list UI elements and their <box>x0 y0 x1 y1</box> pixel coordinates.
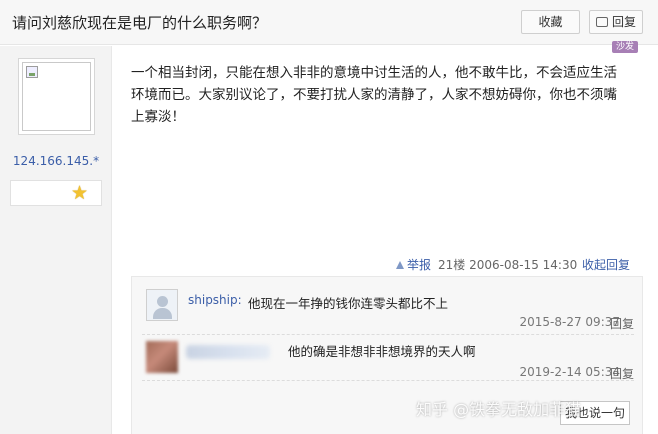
comment-text: 他的确是非想非非想境界的天人啊 <box>288 344 476 359</box>
star-icon: ★ <box>71 182 89 204</box>
comment-time: 2019-2-14 05:34 <box>519 365 621 379</box>
comment-text: 他现在一年挣的钱你连零头都比不上 <box>248 296 449 311</box>
user-avatar[interactable] <box>18 58 95 135</box>
comment-item: 他的确是非想非非想境界的天人啊 2019-2-14 05:34 回复 <box>142 341 634 381</box>
user-sidebar: 124.166.145.* ★ <box>0 46 112 434</box>
title-bar: 请问刘慈欣现在是电厂的什么职务啊？ 收藏 回复 <box>0 0 658 45</box>
fold-reply-link[interactable]: 收起回复 <box>582 256 630 273</box>
report-label: 举报 <box>407 258 432 272</box>
comment-avatar-blurred[interactable] <box>146 341 178 373</box>
reply-icon <box>595 17 608 27</box>
comment-item: shipship: 他现在一年挣的钱你连零头都比不上 2015-8-27 09:… <box>142 285 634 335</box>
avatar-frame <box>22 62 91 131</box>
comment-reply-link[interactable]: 回复 <box>610 365 634 382</box>
user-ip: 124.166.145.* <box>12 154 100 168</box>
reply-button[interactable]: 回复 <box>589 10 643 34</box>
report-link[interactable]: 举报 <box>396 256 431 273</box>
comment-username[interactable]: shipship: <box>188 293 242 307</box>
floor-info: 21楼 2006-08-15 14:30 <box>438 258 578 272</box>
favorite-button[interactable]: 收藏 <box>521 10 580 34</box>
blurred-username <box>186 345 270 359</box>
reply-button-label: 回复 <box>611 15 636 29</box>
floor-badge: 沙发 <box>612 41 639 53</box>
report-icon <box>396 261 404 269</box>
comment-avatar[interactable] <box>146 289 178 321</box>
comment-time: 2015-8-27 09:37 <box>519 315 621 329</box>
post-content: 一个相当封闭，只能在想入非非的意境中讨生活的人，他不敢牛比，不会适应生活环境而已… <box>131 65 617 125</box>
broken-image-icon <box>26 66 38 78</box>
watermark: 知乎 @铁拳无敌加菲猫 <box>416 400 582 419</box>
thread-title: 请问刘慈欣现在是电厂的什么职务啊？ <box>12 14 268 32</box>
comment-reply-link[interactable]: 回复 <box>610 315 634 332</box>
user-rank: ★ <box>10 180 102 206</box>
